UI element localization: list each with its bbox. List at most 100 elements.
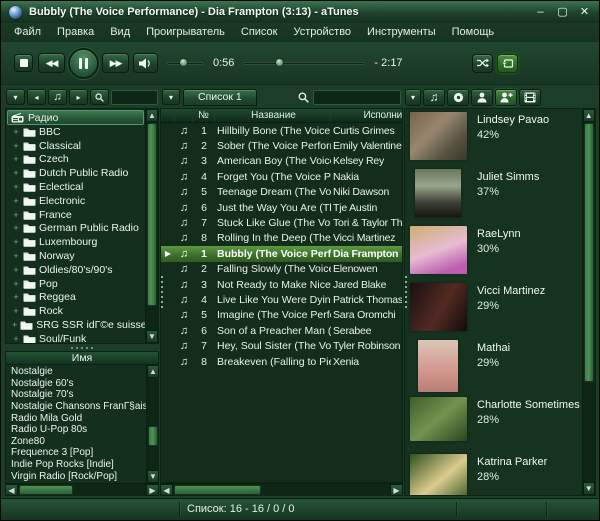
playlist-row[interactable]: ▶ ♫ 7 Hey, Soul Sister (The Voic... Tyle… [161, 338, 402, 353]
scroll-down-arrow[interactable]: ▼ [147, 470, 159, 483]
repeat-button[interactable] [497, 53, 518, 73]
minimize-button[interactable]: – [534, 6, 547, 19]
scroll-thumb[interactable] [147, 123, 157, 307]
radio-genre-item[interactable]: + Classical [6, 139, 145, 153]
radio-genre-item[interactable]: + Soul/Funk [6, 332, 145, 343]
title-bar[interactable]: Bubbly (The Voice Performance) - Dia Fra… [1, 1, 599, 23]
station-item[interactable]: Indie Pop Rocks [Indie] [6, 459, 146, 471]
expand-plus-icon[interactable]: + [12, 252, 20, 261]
scroll-right-arrow[interactable]: ▶ [390, 484, 403, 496]
expand-plus-icon[interactable]: + [12, 127, 20, 136]
expand-plus-icon[interactable]: + [12, 196, 20, 205]
menu-item[interactable]: Проигрыватель [138, 25, 233, 40]
volume-slider[interactable] [167, 58, 203, 67]
header-artist-column[interactable]: Исполни [331, 109, 403, 122]
header-play-column[interactable] [161, 109, 175, 122]
navigator-menu-button[interactable]: ▾ [6, 89, 25, 105]
expand-plus-icon[interactable]: + [12, 321, 17, 330]
tree-vertical-scrollbar[interactable]: ▲ ▼ [145, 109, 158, 343]
expand-plus-icon[interactable]: + [12, 238, 20, 247]
nav-forward-button[interactable]: ▸ [69, 89, 88, 105]
playlist-row[interactable]: ▶ ♫ 2 Sober (The Voice Perform... Emily … [161, 138, 402, 153]
progress-slider-thumb[interactable] [275, 58, 285, 67]
context-tab-track[interactable]: ♫ [423, 88, 445, 106]
menu-item[interactable]: Файл [6, 25, 49, 40]
context-menu-button[interactable]: ▾ [405, 88, 421, 106]
expand-plus-icon[interactable]: + [12, 334, 20, 343]
scroll-thumb[interactable] [583, 123, 594, 383]
expand-plus-icon[interactable]: + [12, 155, 20, 164]
scroll-right-arrow[interactable]: ▶ [146, 484, 159, 496]
radio-genre-item[interactable]: + Reggea [6, 291, 145, 305]
tree-root-radio[interactable]: Радио [7, 110, 144, 125]
menu-item[interactable]: Устройство [285, 25, 359, 40]
expand-plus-icon[interactable]: + [12, 183, 20, 192]
playlist-row[interactable]: ▶ ♫ 6 Just the Way You Are (Th... Tje Au… [161, 200, 402, 215]
station-item[interactable]: Nostalgie Chansons FranГ§aises [6, 401, 146, 413]
scroll-left-arrow[interactable]: ◀ [160, 484, 173, 496]
station-item[interactable]: Virgin Radio [Rock/Pop] [6, 470, 146, 482]
station-item[interactable]: Radio U-Pop 80s [6, 424, 146, 436]
expand-plus-icon[interactable]: + [12, 307, 20, 316]
scroll-left-arrow[interactable]: ◀ [5, 484, 18, 496]
volume-button[interactable] [133, 53, 158, 73]
name-column-header[interactable]: Имя [5, 351, 159, 365]
header-number-column[interactable]: № [193, 109, 215, 122]
station-vertical-scrollbar[interactable]: ▲ ▼ [146, 365, 159, 483]
similar-artist-item[interactable]: Katrina Parker 28% [405, 453, 582, 495]
context-vertical-scrollbar[interactable]: ▲ ▼ [581, 109, 595, 495]
playlist-row[interactable]: ▶ ♫ 5 Imagine (The Voice Perfo... Sara O… [161, 308, 402, 323]
station-item[interactable]: Nostalgie 70's [6, 389, 146, 401]
radio-genre-item[interactable]: + Czech [6, 153, 145, 167]
similar-artist-item[interactable]: Mathai 29% [405, 339, 582, 396]
scroll-track[interactable] [146, 122, 158, 330]
radio-genre-item[interactable]: + Dutch Public Radio [6, 166, 145, 180]
radio-genre-item[interactable]: + Pop [6, 277, 145, 291]
playlist-menu-button[interactable]: ▾ [162, 89, 180, 105]
nav-mode-music-button[interactable]: ♫ [48, 89, 67, 105]
context-tab-artist[interactable] [471, 88, 493, 106]
station-item[interactable]: Radio Mila Gold [6, 412, 146, 424]
scroll-down-arrow[interactable]: ▼ [146, 330, 158, 343]
similar-artist-item[interactable]: Vicci Martinez 29% [405, 282, 582, 339]
playlist-row[interactable]: ▶ ♫ 8 Breakeven (Falling to Piec... Xeni… [161, 354, 402, 369]
scroll-thumb[interactable] [148, 425, 158, 447]
playlist-empty-area[interactable] [161, 369, 402, 482]
stop-button[interactable] [14, 54, 33, 72]
radio-genre-item[interactable]: + Oldies/80's/90's [6, 263, 145, 277]
playlist-horizontal-scrollbar[interactable]: ◀ ▶ [160, 483, 403, 496]
expand-plus-icon[interactable]: + [12, 265, 20, 274]
station-item[interactable]: Nostalgie [6, 366, 146, 378]
playlist-row[interactable]: ▶ ♫ 7 Stuck Like Glue (The Voic... Tori … [161, 215, 402, 230]
scroll-thumb[interactable] [19, 485, 73, 495]
header-title-column[interactable]: Название [215, 109, 331, 122]
context-tab-video[interactable] [519, 88, 541, 106]
radio-genre-item[interactable]: + SRG SSR idГ©e suisse [6, 318, 145, 332]
previous-button[interactable]: ◀◀ [38, 53, 65, 73]
maximize-button[interactable]: ▢ [556, 6, 569, 19]
similar-artist-item[interactable]: Lindsey Pavao 42% [405, 111, 582, 168]
menu-item[interactable]: Правка [49, 25, 102, 40]
navigator-search-button[interactable] [90, 89, 109, 105]
radio-genre-item[interactable]: + France [6, 208, 145, 222]
navigator-search-input[interactable] [111, 89, 158, 105]
similar-artist-item[interactable]: Charlotte Sometimes 28% [405, 396, 582, 453]
volume-slider-thumb[interactable] [179, 58, 189, 67]
nav-back-button[interactable]: ◂ [27, 89, 46, 105]
similar-artist-item[interactable]: Juliet Simms 37% [405, 168, 582, 225]
station-item[interactable]: Nostalgie 60's [6, 378, 146, 390]
close-button[interactable]: ✕ [578, 6, 591, 19]
context-tab-similar-artists[interactable] [495, 88, 517, 106]
scroll-track[interactable] [173, 484, 390, 496]
context-tab-album[interactable] [447, 88, 469, 106]
expand-plus-icon[interactable]: + [12, 279, 20, 288]
station-horizontal-scrollbar[interactable]: ◀ ▶ [5, 483, 159, 496]
playlist-row[interactable]: ▶ ♫ 5 Teenage Dream (The Voic... Niki Da… [161, 185, 402, 200]
expand-plus-icon[interactable]: + [12, 169, 20, 178]
menu-item[interactable]: Список [233, 25, 286, 40]
expand-plus-icon[interactable]: + [12, 293, 20, 302]
expand-plus-icon[interactable]: + [12, 141, 20, 150]
playlist-row[interactable]: ▶ ♫ 1 Bubbly (The Voice Perfo... Dia Fra… [161, 246, 402, 262]
radio-genre-item[interactable]: + Rock [6, 304, 145, 318]
menu-item[interactable]: Помощь [444, 25, 503, 40]
